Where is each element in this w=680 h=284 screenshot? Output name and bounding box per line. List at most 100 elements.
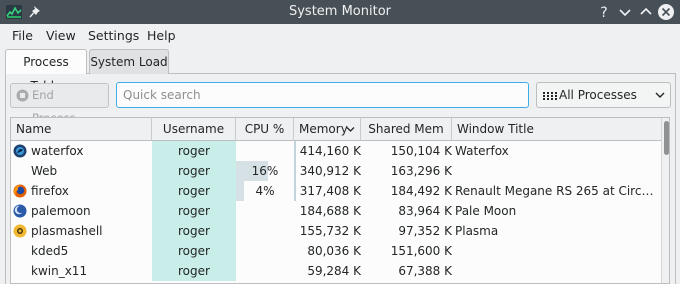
process-username: roger [152,241,236,261]
process-window-title: Renault Megane RS 265 at Circuit de... [455,184,661,198]
process-table: Name Username CPU % Memory Shared Mem Wi… [10,117,670,284]
tab-system-load[interactable]: System Load [89,49,169,74]
process-memory: 184,688 K [294,201,361,221]
column-header-name[interactable]: Name [11,118,152,141]
sort-descending-icon [346,127,355,132]
maximize-icon[interactable] [637,3,655,21]
process-window-title [455,261,661,281]
process-shared-mem: 151,600 K [390,244,452,258]
column-header-shared-mem[interactable]: Shared Mem [361,118,452,141]
column-header-cpu[interactable]: CPU % [236,118,294,141]
process-shared-mem: 83,964 K [398,204,452,218]
cpu-usage-bar [236,181,244,201]
process-window-title: Waterfox [455,144,509,158]
memory-value: 340,912 K [299,164,361,178]
menu-file[interactable]: File [12,25,33,47]
process-username: roger [152,181,236,201]
process-cpu: 4% [236,181,294,201]
process-filter-select[interactable]: All Processes [536,82,671,108]
memory-value: 59,284 K [307,264,361,278]
process-memory: 59,284 K [294,261,361,281]
process-shared-mem: 184,492 K [390,184,452,198]
minimize-icon[interactable] [616,3,634,21]
process-memory: 340,912 K [294,161,361,181]
vertical-scrollbar[interactable] [661,118,669,283]
palemoon-icon [13,204,27,218]
process-memory: 155,732 K [294,221,361,241]
table-row[interactable]: plasmashell roger 155,732 K 97,352 K Plasma [11,221,661,241]
cpu-value: 4% [255,184,275,198]
title-bar: System Monitor ? [0,0,680,24]
list-grid-icon [543,92,557,100]
process-memory: 80,036 K [294,241,361,261]
memory-value: 155,732 K [299,224,361,238]
memory-value: 317,408 K [299,184,361,198]
process-shared-mem: 67,388 K [398,264,452,278]
table-row[interactable]: palemoon roger 184,688 K 83,964 K Pale Moon [11,201,661,221]
menu-settings[interactable]: Settings [88,25,139,47]
table-row[interactable]: kwin_x11 roger 59,284 K 67,388 K [11,261,661,281]
process-username: roger [152,261,236,281]
plasmashell-icon [13,224,27,238]
column-header-window-title[interactable]: Window Title [452,118,661,141]
process-cpu: 16% [236,161,294,181]
process-name: firefox [31,184,69,198]
process-window-title: Plasma [455,224,499,238]
search-input[interactable] [117,83,528,107]
firefox-icon [13,184,27,198]
process-name: kded5 [31,244,69,258]
memory-usage-bar [294,181,296,201]
process-cpu [236,261,294,281]
end-process-button[interactable]: End Process... [10,83,109,125]
process-shared-mem: 97,352 K [398,224,452,238]
process-name: waterfox [31,144,84,158]
process-cpu [236,241,294,261]
process-name: Web [31,164,58,178]
window-title: System Monitor [288,4,392,19]
menu-view[interactable]: View [46,25,76,47]
help-button-icon[interactable]: ? [595,3,613,21]
memory-value: 184,688 K [299,204,361,218]
process-name: palemoon [31,204,91,218]
waterfox-icon [13,144,27,158]
stop-icon [16,89,29,102]
process-window-title [455,241,661,261]
table-row[interactable]: waterfox roger 414,160 K 150,104 K Waterfox [11,141,661,161]
close-icon[interactable] [657,3,675,21]
menu-bar: File View Settings Help [0,25,680,47]
memory-usage-bar [294,161,296,181]
table-header: Name Username CPU % Memory Shared Mem Wi… [11,118,661,141]
process-cpu [236,141,294,161]
process-shared-mem: 163,296 K [390,164,452,178]
memory-value: 414,160 K [299,144,361,158]
process-name: kwin_x11 [31,264,88,278]
process-name: plasmashell [31,224,103,238]
memory-value: 80,036 K [307,244,361,258]
svg-text:?: ? [600,5,607,21]
scrollbar-thumb[interactable] [664,121,669,155]
table-row[interactable]: kded5 roger 80,036 K 151,600 K [11,241,661,261]
column-header-memory[interactable]: Memory [294,118,361,141]
cpu-value: 16% [251,164,279,178]
process-memory: 414,160 K [294,141,361,161]
quick-search-field[interactable] [116,82,529,108]
process-window-title: Pale Moon [455,204,517,218]
process-cpu [236,201,294,221]
process-filter-value: All Processes [559,88,637,102]
process-memory: 317,408 K [294,181,361,201]
process-username: roger [152,141,236,161]
process-shared-mem: 150,104 K [390,144,452,158]
column-header-memory-label: Memory [299,122,348,136]
process-cpu [236,221,294,241]
process-username: roger [152,221,236,241]
column-header-username[interactable]: Username [152,118,236,141]
table-row[interactable]: firefox roger 4% 317,408 K 184,492 K Renault … [11,181,661,201]
chevron-down-icon [655,92,665,98]
menu-help[interactable]: Help [147,25,176,47]
process-window-title [455,161,661,181]
process-username: roger [152,161,236,181]
tab-process-table[interactable]: Process Table [5,49,87,93]
memory-usage-bar [294,141,296,161]
process-username: roger [152,201,236,221]
table-row[interactable]: Web roger 16% 340,912 K 163,296 K [11,161,661,181]
